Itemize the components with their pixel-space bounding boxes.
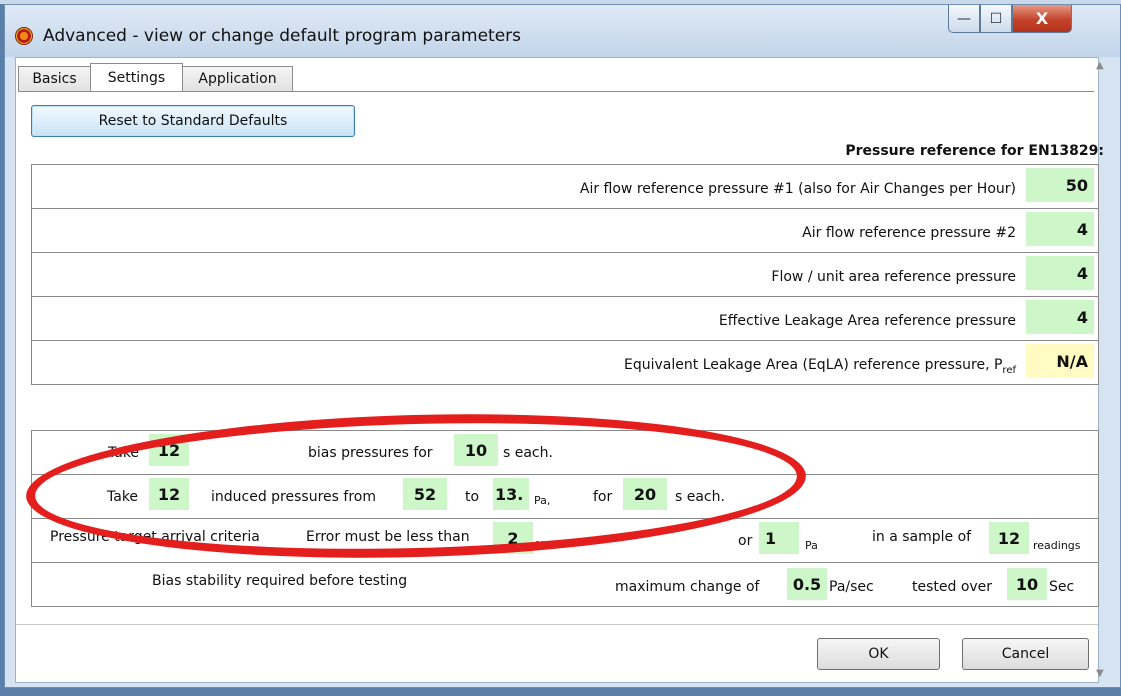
reference-value-1[interactable]: 50 xyxy=(1026,168,1094,202)
close-button[interactable]: X xyxy=(1012,5,1072,33)
reference-label-5-text: Equivalent Leakage Area (EqLA) reference… xyxy=(624,357,1003,373)
target-error-field[interactable]: 2 xyxy=(493,522,533,554)
button-area-divider xyxy=(16,624,1098,625)
dialog-client-area: Basics Settings Application Reset to Sta… xyxy=(15,57,1104,683)
stability-change-field[interactable]: 0.5 xyxy=(787,568,827,600)
stability-label: Bias stability required before testing xyxy=(152,573,408,589)
induced-row: Take 12 induced pressures from 52 to 13.… xyxy=(31,474,1099,519)
bias-count-field[interactable]: 12 xyxy=(149,434,189,466)
tab-application[interactable]: Application xyxy=(182,66,293,91)
window-title: Advanced - view or change default progra… xyxy=(43,26,522,46)
target-row: Pressure target arrival criteria Error m… xyxy=(31,518,1099,563)
induced-to-label: to xyxy=(465,489,480,505)
maximize-icon: ☐ xyxy=(989,10,1003,27)
bias-text-label: bias pressures for xyxy=(308,445,433,461)
reference-value-4[interactable]: 4 xyxy=(1026,300,1094,334)
app-icon xyxy=(15,27,33,45)
reference-row-2: Air flow reference pressure #2 4 xyxy=(31,208,1099,253)
reference-row-1: Air flow reference pressure #1 (also for… xyxy=(31,164,1099,209)
induced-text-label: induced pressures from xyxy=(211,489,376,505)
induced-to-field[interactable]: 13. xyxy=(493,478,529,510)
scroll-up-arrow-icon[interactable]: ▲ xyxy=(1096,60,1104,71)
close-icon: X xyxy=(1035,9,1049,28)
reference-label-4: Effective Leakage Area reference pressur… xyxy=(718,313,1016,329)
stability-row: Bias stability required before testing m… xyxy=(31,562,1099,607)
bias-row: Take 12 bias pressures for 10 s each. xyxy=(31,430,1099,475)
reference-row-5: Equivalent Leakage Area (EqLA) reference… xyxy=(31,340,1099,385)
stability-tested-label: tested over xyxy=(912,579,993,595)
tab-strip-divider xyxy=(18,91,1094,92)
reference-row-3: Flow / unit area reference pressure 4 xyxy=(31,252,1099,297)
maximize-button[interactable]: ☐ xyxy=(980,5,1012,33)
bias-take-label: Take xyxy=(108,445,140,461)
reference-value-2[interactable]: 4 xyxy=(1026,212,1094,246)
target-pa-unit: Pa xyxy=(805,539,818,552)
reference-row-4: Effective Leakage Area reference pressur… xyxy=(31,296,1099,341)
en13829-heading: Pressure reference for EN13829: xyxy=(845,143,1104,159)
scroll-down-arrow-icon[interactable]: ▼ xyxy=(1096,668,1104,679)
induced-seconds-field[interactable]: 20 xyxy=(623,478,667,510)
stability-change-unit: Pa/sec xyxy=(829,579,874,595)
target-pa-field[interactable]: 1 xyxy=(759,522,799,554)
reset-defaults-button[interactable]: Reset to Standard Defaults xyxy=(31,105,355,137)
target-error-label: Error must be less than xyxy=(306,529,470,545)
minimize-button[interactable]: — xyxy=(948,5,980,33)
target-error-unit: % xyxy=(535,539,546,552)
stability-tested-unit: Sec xyxy=(1049,579,1075,595)
induced-count-field[interactable]: 12 xyxy=(149,478,189,510)
reference-value-5[interactable]: N/A xyxy=(1026,344,1094,378)
reference-label-1: Air flow reference pressure #1 (also for… xyxy=(579,181,1016,197)
stability-change-label: maximum change of xyxy=(615,579,760,595)
dialog-window: Advanced - view or change default progra… xyxy=(4,4,1121,688)
induced-for-label: for xyxy=(593,489,613,505)
stability-tested-field[interactable]: 10 xyxy=(1007,568,1047,600)
induced-from-field[interactable]: 52 xyxy=(403,478,447,510)
target-criteria-label: Pressure target arrival criteria xyxy=(50,529,260,545)
target-sample-label: in a sample of xyxy=(872,529,972,545)
target-readings-label: readings xyxy=(1033,539,1081,552)
reference-label-3: Flow / unit area reference pressure xyxy=(771,269,1016,285)
induced-take-label: Take xyxy=(107,489,139,505)
target-or-label: or xyxy=(738,533,753,549)
minimize-icon: — xyxy=(957,10,971,27)
reference-subscript: ref xyxy=(1002,364,1016,376)
cancel-button[interactable]: Cancel xyxy=(962,638,1089,670)
tab-settings[interactable]: Settings xyxy=(90,63,183,91)
induced-unit-label: Pa, xyxy=(534,494,551,507)
reference-label-5: Equivalent Leakage Area (EqLA) reference… xyxy=(624,357,1016,376)
ok-button[interactable]: OK xyxy=(817,638,940,670)
bias-seconds-field[interactable]: 10 xyxy=(454,434,498,466)
reference-label-2: Air flow reference pressure #2 xyxy=(802,225,1016,241)
bias-each-label: s each. xyxy=(503,445,553,461)
induced-each-label: s each. xyxy=(675,489,725,505)
reference-value-3[interactable]: 4 xyxy=(1026,256,1094,290)
target-readings-field[interactable]: 12 xyxy=(989,522,1029,554)
tab-basics[interactable]: Basics xyxy=(18,66,91,91)
